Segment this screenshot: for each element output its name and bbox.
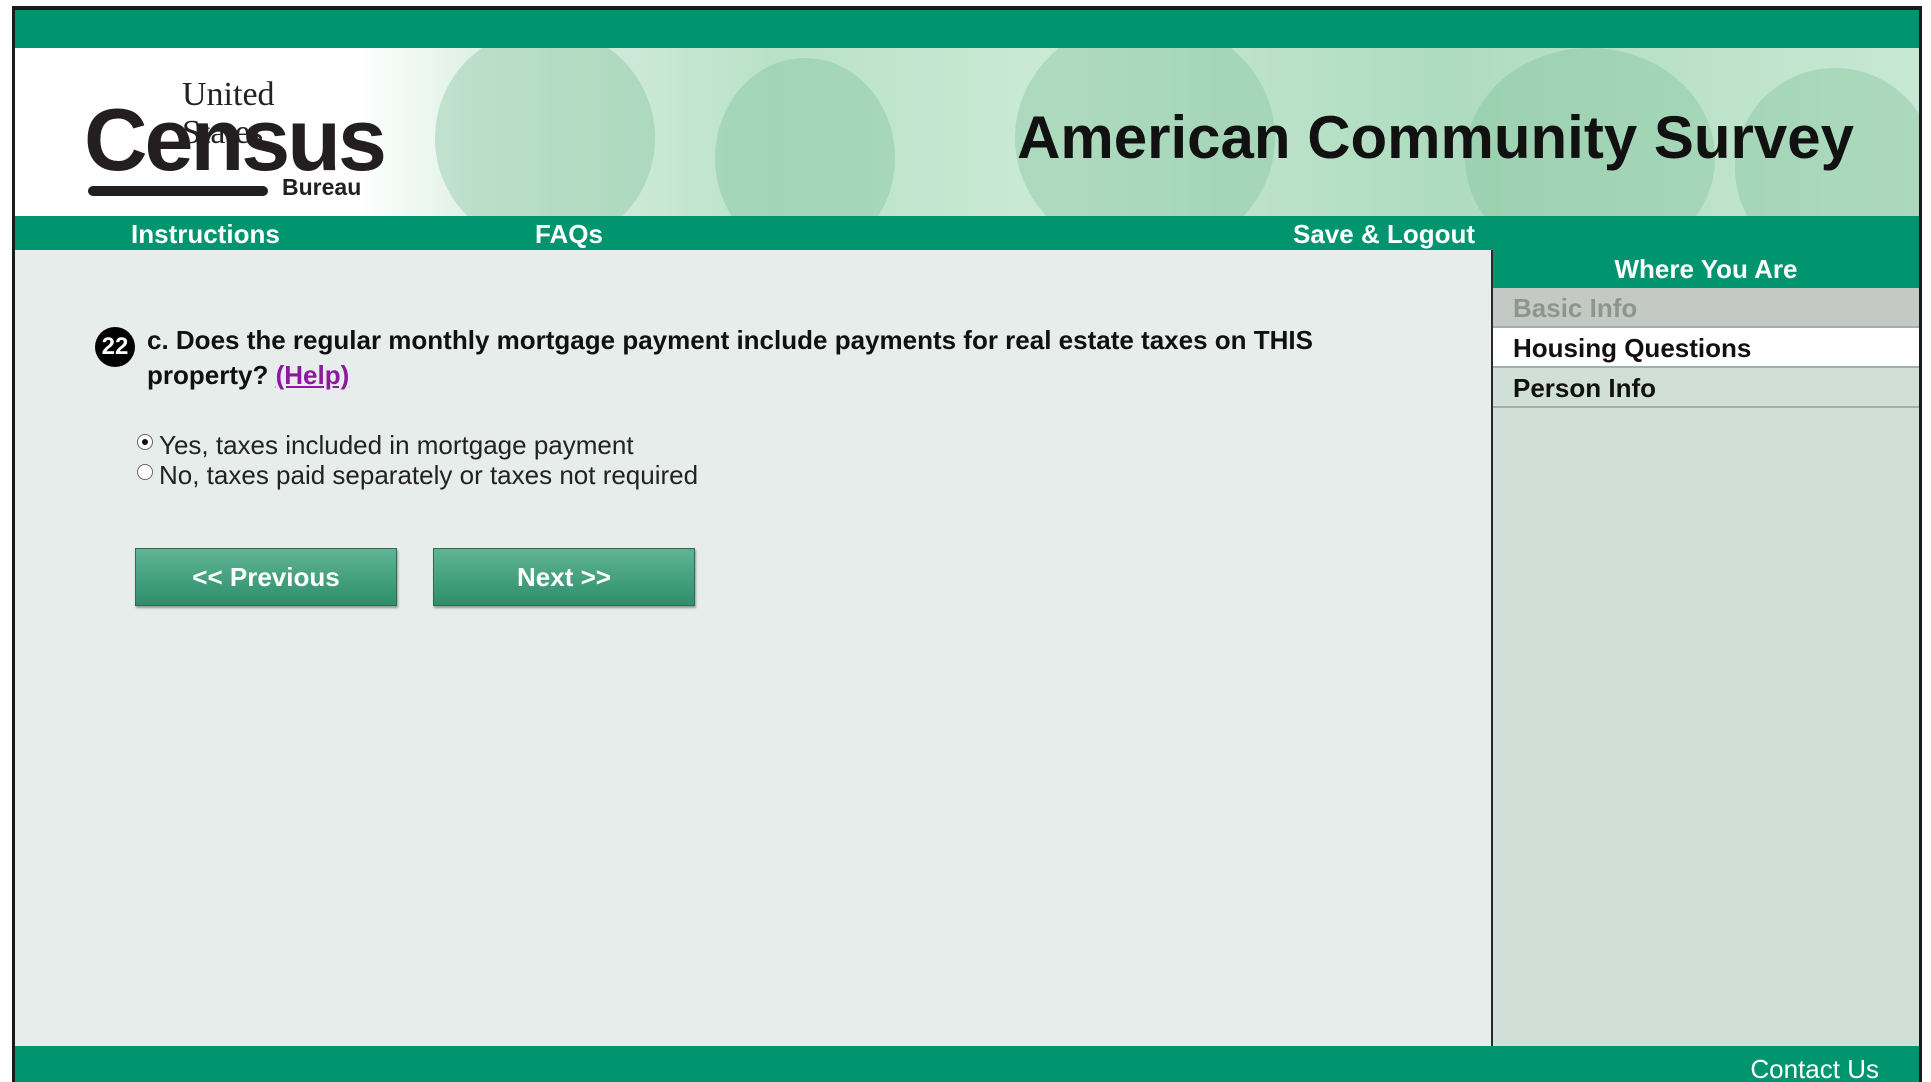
header-banner: United States™ Census Bureau American Co… <box>15 48 1919 216</box>
answer-options: Yes, taxes included in mortgage payment … <box>137 430 698 490</box>
option-yes[interactable]: Yes, taxes included in mortgage payment <box>137 430 698 460</box>
sidebar-item-basic-info[interactable]: Basic Info <box>1493 288 1919 328</box>
option-no[interactable]: No, taxes paid separately or taxes not r… <box>137 460 698 490</box>
banner-photo-shape <box>715 58 895 216</box>
logo-bureau: Bureau <box>282 174 362 200</box>
nav-save-logout[interactable]: Save & Logout <box>1293 219 1475 250</box>
nav-instructions[interactable]: Instructions <box>131 219 280 250</box>
contact-us-link[interactable]: Contact Us <box>1750 1054 1879 1082</box>
progress-sidebar: Where You Are Basic Info Housing Questio… <box>1491 250 1919 1046</box>
radio-button[interactable] <box>137 464 153 480</box>
app-window: United States™ Census Bureau American Co… <box>12 6 1922 1082</box>
question-panel: 22 c. Does the regular monthly mortgage … <box>15 250 1491 1046</box>
logo-census: Census <box>84 90 387 189</box>
sidebar-item-person-info[interactable]: Person Info <box>1493 368 1919 408</box>
help-link[interactable]: (Help) <box>276 360 350 390</box>
question-number-badge: 22 <box>95 327 135 367</box>
census-bureau-logo[interactable]: United States™ Census Bureau <box>70 66 387 200</box>
top-color-strip <box>15 10 1919 48</box>
sidebar-heading: Where You Are <box>1493 250 1919 288</box>
top-nav: Instructions FAQs Save & Logout <box>15 216 1919 250</box>
next-button[interactable]: Next >> <box>433 548 695 606</box>
nav-faqs[interactable]: FAQs <box>535 219 603 250</box>
previous-button[interactable]: << Previous <box>135 548 397 606</box>
question-text: c. Does the regular monthly mortgage pay… <box>147 323 1397 393</box>
banner-photo-shape <box>435 48 655 216</box>
radio-button-selected[interactable] <box>137 434 153 450</box>
logo-underline <box>88 186 268 196</box>
footer-bar: Contact Us <box>15 1046 1919 1082</box>
sidebar-item-housing-questions[interactable]: Housing Questions <box>1493 328 1919 368</box>
option-label: Yes, taxes included in mortgage payment <box>159 430 634 460</box>
page-title: American Community Survey <box>1017 104 1854 171</box>
option-label: No, taxes paid separately or taxes not r… <box>159 460 699 490</box>
